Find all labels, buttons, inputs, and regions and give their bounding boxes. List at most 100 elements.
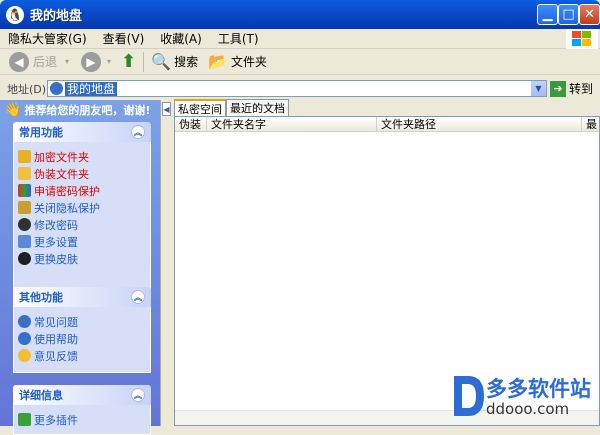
watermark-url: ddooo.com xyxy=(486,400,570,418)
panel-details: 详细信息 ︽ 更多插件 xyxy=(13,385,151,435)
up-arrow-icon: ⬆ xyxy=(121,51,137,72)
go-arrow-icon: ➔ xyxy=(550,80,566,97)
back-label: 后退 xyxy=(33,55,58,69)
link-label: 关闭隐私保护 xyxy=(34,201,100,215)
folder-icon xyxy=(18,167,31,180)
promo-text: 推荐给您的朋友吧，谢谢! xyxy=(24,104,151,117)
up-folder-button[interactable]: ⬆ xyxy=(118,50,139,74)
link-change-password[interactable]: 修改密码 xyxy=(18,216,146,233)
panel-title: 常用功能 xyxy=(19,126,63,139)
panel-header[interactable]: 详细信息 ︽ xyxy=(13,385,151,405)
back-arrow-icon: ◀ xyxy=(9,51,29,72)
lock-icon xyxy=(18,150,31,163)
toolbar-separator xyxy=(143,51,145,72)
maximize-button[interactable]: □ xyxy=(558,4,579,25)
users-icon xyxy=(18,218,31,231)
link-label: 伪装文件夹 xyxy=(34,167,89,181)
forward-button[interactable]: ▶ ▾ xyxy=(78,50,114,74)
folders-label: 文件夹 xyxy=(231,55,268,69)
link-label: 修改密码 xyxy=(34,218,78,232)
promo-banner[interactable]: 👋 推荐给您的朋友吧，谢谢! xyxy=(4,100,160,120)
column-last[interactable]: 最 xyxy=(582,117,599,132)
collapse-sidebar-icon[interactable]: ◀ xyxy=(162,102,171,116)
go-button[interactable]: ➔ 转到 xyxy=(550,80,593,97)
address-label: 地址(D) xyxy=(7,82,47,96)
window-title: 我的地盘 xyxy=(30,9,83,24)
minimize-button[interactable]: ▁ xyxy=(537,4,558,25)
menu-view[interactable]: 查看(V) xyxy=(95,30,153,47)
search-button[interactable]: 🔍 搜索 xyxy=(148,50,201,74)
panel-other-functions: 其他功能 ︽ 常见问题 使用帮助 意见反馈 xyxy=(13,287,151,373)
feedback-icon xyxy=(18,349,31,362)
forward-dropdown-icon[interactable]: ▾ xyxy=(107,57,111,66)
tab-strip: 私密空间 最近的文档 xyxy=(174,99,289,117)
panel-title: 其他功能 xyxy=(19,291,63,304)
link-label: 更多插件 xyxy=(34,413,78,427)
collapse-icon[interactable]: ︽ xyxy=(131,388,145,402)
column-folder-path[interactable]: 文件夹路径 xyxy=(377,117,582,132)
maximize-icon: □ xyxy=(562,7,575,22)
link-faq[interactable]: 常见问题 xyxy=(18,313,146,330)
title-bar[interactable]: 🐧 我的地盘 ▁ □ ✕ xyxy=(0,0,600,29)
link-disable-privacy-protection[interactable]: 关闭隐私保护 xyxy=(18,199,146,216)
column-disguise[interactable]: 伪装 xyxy=(175,117,207,132)
link-label: 常见问题 xyxy=(34,315,78,329)
key-icon xyxy=(18,201,31,214)
penguin-icon xyxy=(50,82,63,95)
settings-icon xyxy=(18,235,31,248)
hand-icon: 👋 xyxy=(4,102,22,118)
windows-logo-icon xyxy=(566,29,598,49)
panel-header[interactable]: 其他功能 ︽ xyxy=(13,287,151,307)
toolbar: ◀ 后退 ▾ ▶ ▾ ⬆ 🔍 搜索 📂 文件夹 xyxy=(0,49,600,75)
panel-title: 详细信息 xyxy=(19,389,63,402)
minimize-icon: ▁ xyxy=(542,7,553,22)
shield-icon xyxy=(18,184,31,197)
address-dropdown-icon[interactable]: ▼ xyxy=(531,81,546,96)
link-label: 申请密码保护 xyxy=(34,184,100,198)
column-folder-name[interactable]: 文件夹名字 xyxy=(207,117,377,132)
search-label: 搜索 xyxy=(174,55,199,69)
link-disguise-folder[interactable]: 伪装文件夹 xyxy=(18,165,146,182)
back-dropdown-icon[interactable]: ▾ xyxy=(65,57,69,66)
menu-tools[interactable]: 工具(T) xyxy=(210,30,267,47)
link-more-plugins[interactable]: 更多插件 xyxy=(18,411,146,428)
watermark-brand: 多多软件站 xyxy=(486,377,591,401)
link-feedback[interactable]: 意见反馈 xyxy=(18,347,146,364)
folder-icon: 📂 xyxy=(208,52,228,71)
collapse-icon[interactable]: ︽ xyxy=(131,125,145,139)
panda-icon xyxy=(18,252,31,265)
menu-privacy-manager[interactable]: 隐私大管家(G) xyxy=(0,30,95,47)
close-icon: ✕ xyxy=(584,7,595,22)
watermark-logo xyxy=(454,376,484,416)
link-apply-password-protection[interactable]: 申请密码保护 xyxy=(18,182,146,199)
forward-arrow-icon: ▶ xyxy=(81,51,102,72)
link-label: 加密文件夹 xyxy=(34,150,89,164)
close-button[interactable]: ✕ xyxy=(579,4,600,25)
link-change-skin[interactable]: 更换皮肤 xyxy=(18,250,146,267)
collapse-icon[interactable]: ︽ xyxy=(131,290,145,304)
address-input[interactable]: 我的地盘 ▼ xyxy=(47,80,547,97)
tab-recent-documents[interactable]: 最近的文档 xyxy=(226,99,289,116)
back-button[interactable]: ◀ 后退 ▾ xyxy=(6,50,72,74)
column-headers: 伪装 文件夹名字 文件夹路径 最 xyxy=(175,117,599,132)
link-label: 更多设置 xyxy=(34,235,78,249)
address-value: 我的地盘 xyxy=(65,81,118,96)
sidebar-splitter[interactable]: ◀ xyxy=(160,100,172,426)
help-icon xyxy=(18,315,31,328)
tab-private-space[interactable]: 私密空间 xyxy=(174,99,226,117)
menu-bar: 隐私大管家(G) 查看(V) 收藏(A) 工具(T) xyxy=(0,29,600,49)
help-icon xyxy=(18,332,31,345)
link-more-settings[interactable]: 更多设置 xyxy=(18,233,146,250)
link-label: 更换皮肤 xyxy=(34,252,78,266)
link-encrypt-folder[interactable]: 加密文件夹 xyxy=(18,148,146,165)
plus-icon xyxy=(18,413,31,426)
folders-button[interactable]: 📂 文件夹 xyxy=(205,50,270,74)
go-label: 转到 xyxy=(569,82,594,96)
menu-favorites[interactable]: 收藏(A) xyxy=(152,30,210,47)
panel-common-functions: 常用功能 ︽ 加密文件夹 伪装文件夹 申请密码保护 关闭隐私保护 修改密码 更多… xyxy=(13,122,151,290)
penguin-icon: 🐧 xyxy=(6,5,24,24)
link-help[interactable]: 使用帮助 xyxy=(18,330,146,347)
link-label: 意见反馈 xyxy=(34,349,78,363)
panel-header[interactable]: 常用功能 ︽ xyxy=(13,122,151,142)
link-label: 使用帮助 xyxy=(34,332,78,346)
